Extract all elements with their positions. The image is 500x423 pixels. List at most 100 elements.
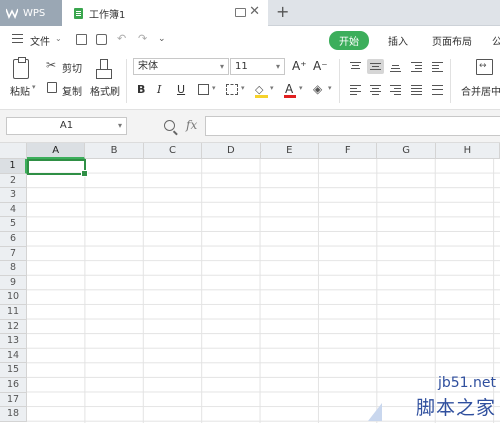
clear-format-icon[interactable]: ◈ bbox=[313, 82, 322, 96]
align-center-icon[interactable] bbox=[370, 85, 381, 95]
paste-chevron-icon[interactable]: ▾ bbox=[32, 83, 36, 91]
tab-home[interactable]: 开始 bbox=[329, 31, 369, 50]
quick-access-more-icon[interactable]: ⌄ bbox=[158, 33, 166, 45]
spreadsheet-icon bbox=[74, 7, 83, 19]
document-tab[interactable]: 工作簿1 ✕ bbox=[62, 0, 268, 26]
row-header-5[interactable]: 5 bbox=[0, 217, 27, 232]
watermark-url: jb51.net bbox=[437, 375, 496, 391]
font-color-chevron-icon[interactable]: ▾ bbox=[299, 84, 303, 92]
font-size-select[interactable]: 11 ▾ bbox=[230, 58, 285, 75]
redo-icon[interactable]: ↷ bbox=[138, 33, 147, 45]
font-color-swatch bbox=[284, 95, 296, 98]
font-name-select[interactable]: 宋体 ▾ bbox=[133, 58, 229, 75]
paste-button[interactable]: 粘贴 bbox=[10, 83, 30, 98]
italic-button[interactable]: I bbox=[157, 83, 161, 97]
name-box-value: A1 bbox=[59, 120, 74, 131]
column-header-f[interactable]: F bbox=[319, 143, 378, 159]
title-bar: WPS 工作簿1 ✕ + bbox=[0, 0, 500, 26]
align-top-icon[interactable] bbox=[350, 62, 361, 71]
font-name-value: 宋体 bbox=[138, 61, 158, 72]
merge-center-button[interactable]: 合并居中 bbox=[461, 83, 500, 98]
row-header-15[interactable]: 15 bbox=[0, 363, 27, 378]
column-header-c[interactable]: C bbox=[143, 143, 203, 159]
wps-logo-icon bbox=[6, 8, 18, 19]
active-cell-a1[interactable] bbox=[27, 159, 88, 177]
borders-chevron-icon[interactable]: ▾ bbox=[212, 84, 216, 92]
format-painter-button[interactable]: 格式刷 bbox=[90, 83, 120, 98]
fill-color-swatch bbox=[255, 95, 268, 98]
copy-button[interactable]: 复制 bbox=[62, 83, 82, 98]
file-menu-chevron-icon[interactable]: ⌄ bbox=[55, 34, 62, 43]
fill-color-chevron-icon[interactable]: ▾ bbox=[270, 84, 274, 92]
row-header-16[interactable]: 16 bbox=[0, 378, 27, 393]
close-tab-icon[interactable]: ✕ bbox=[249, 5, 260, 19]
new-tab-button[interactable]: + bbox=[276, 3, 289, 21]
tab-formulas[interactable]: 公 bbox=[492, 33, 500, 48]
cell-format-icon[interactable] bbox=[226, 84, 238, 95]
wps-home-tab[interactable]: WPS bbox=[0, 0, 62, 26]
font-color-icon[interactable]: A bbox=[285, 82, 293, 96]
column-header-d[interactable]: D bbox=[202, 143, 261, 159]
column-header-h[interactable]: H bbox=[435, 143, 500, 159]
column-header-b[interactable]: B bbox=[85, 143, 144, 159]
select-all-corner[interactable] bbox=[0, 143, 27, 159]
row-header-18[interactable]: 18 bbox=[0, 407, 27, 422]
align-middle-icon bbox=[370, 62, 381, 71]
name-box[interactable]: A1 ▾ bbox=[6, 117, 127, 135]
increase-font-size-button[interactable]: A⁺ bbox=[292, 59, 307, 73]
formula-input[interactable] bbox=[205, 116, 500, 136]
row-header-1[interactable]: 1 bbox=[0, 159, 27, 174]
row-header-6[interactable]: 6 bbox=[0, 232, 27, 247]
paste-icon[interactable] bbox=[13, 57, 29, 79]
row-header-14[interactable]: 14 bbox=[0, 348, 27, 364]
pin-window-icon[interactable] bbox=[235, 8, 246, 17]
insert-function-button[interactable]: fx bbox=[186, 118, 197, 132]
row-header-3[interactable]: 3 bbox=[0, 188, 27, 203]
align-right-icon[interactable] bbox=[390, 85, 401, 95]
name-box-chevron-icon[interactable]: ▾ bbox=[118, 118, 122, 134]
clear-format-chevron-icon[interactable]: ▾ bbox=[328, 84, 332, 92]
row-header-4[interactable]: 4 bbox=[0, 202, 27, 218]
decrease-indent-icon[interactable] bbox=[411, 62, 422, 72]
row-header-9[interactable]: 9 bbox=[0, 275, 27, 291]
tab-page-layout[interactable]: 页面布局 bbox=[432, 33, 472, 48]
find-function-icon[interactable] bbox=[164, 120, 175, 131]
menu-hamburger-icon[interactable] bbox=[12, 34, 23, 43]
row-header-17[interactable]: 17 bbox=[0, 392, 27, 408]
increase-indent-icon[interactable] bbox=[432, 62, 443, 72]
print-icon[interactable] bbox=[96, 34, 107, 45]
cut-icon[interactable]: ✂ bbox=[46, 58, 56, 72]
column-header-a[interactable]: A bbox=[27, 143, 86, 159]
column-header-g[interactable]: G bbox=[377, 143, 436, 159]
row-header-10[interactable]: 10 bbox=[0, 290, 27, 305]
ribbon-divider bbox=[339, 59, 340, 103]
row-header-12[interactable]: 12 bbox=[0, 319, 27, 335]
decrease-font-size-button[interactable]: A⁻ bbox=[313, 59, 328, 73]
tab-insert[interactable]: 插入 bbox=[388, 33, 408, 48]
format-painter-icon[interactable] bbox=[96, 59, 112, 79]
document-tab-label: 工作簿1 bbox=[89, 9, 126, 21]
undo-icon[interactable]: ↶ bbox=[117, 33, 126, 45]
copy-icon[interactable] bbox=[47, 82, 57, 93]
column-header-e[interactable]: E bbox=[260, 143, 319, 159]
row-header-7[interactable]: 7 bbox=[0, 246, 27, 262]
row-header-13[interactable]: 13 bbox=[0, 334, 27, 349]
save-icon[interactable] bbox=[76, 34, 87, 45]
font-size-value: 11 bbox=[235, 61, 248, 72]
ribbon-home: 粘贴 ▾ ✂ 剪切 复制 格式刷 宋体 ▾ 11 ▾ A⁺ A⁻ B I U ▾… bbox=[0, 53, 500, 110]
align-left-icon[interactable] bbox=[350, 85, 361, 95]
align-bottom-icon[interactable] bbox=[390, 62, 401, 72]
underline-button[interactable]: U bbox=[177, 83, 185, 97]
justify-icon[interactable] bbox=[411, 85, 422, 95]
merge-center-icon[interactable] bbox=[476, 59, 493, 75]
ribbon-divider bbox=[126, 59, 127, 103]
distributed-align-icon[interactable] bbox=[432, 85, 443, 95]
cell-format-chevron-icon[interactable]: ▾ bbox=[241, 84, 245, 92]
file-menu[interactable]: 文件 bbox=[30, 33, 50, 48]
cut-button[interactable]: 剪切 bbox=[62, 60, 82, 75]
row-header-11[interactable]: 11 bbox=[0, 305, 27, 320]
borders-icon[interactable] bbox=[198, 84, 209, 95]
bold-button[interactable]: B bbox=[137, 83, 145, 97]
row-header-2[interactable]: 2 bbox=[0, 173, 27, 189]
row-header-8[interactable]: 8 bbox=[0, 261, 27, 276]
